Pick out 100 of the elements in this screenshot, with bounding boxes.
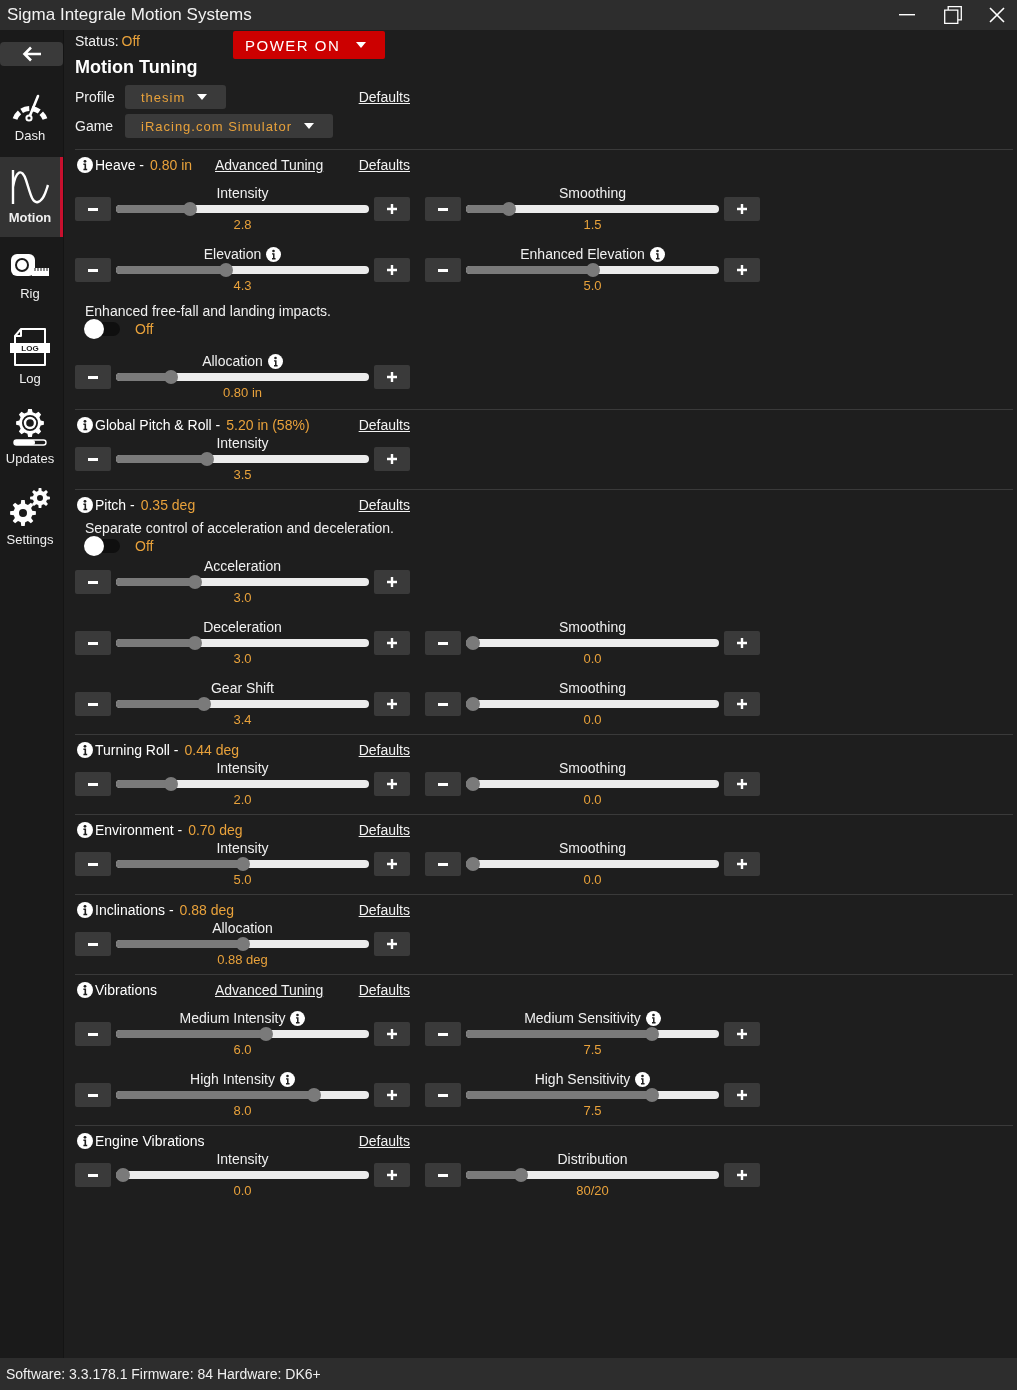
power-button[interactable]: POWER ON <box>233 31 385 59</box>
toggle-switch[interactable] <box>84 536 120 556</box>
increase-button[interactable] <box>724 852 760 876</box>
decrease-button[interactable] <box>75 631 111 655</box>
defaults-link[interactable]: Defaults <box>358 982 410 998</box>
dropdown[interactable]: iRacing.com Simulator <box>125 114 334 138</box>
defaults-link[interactable]: Defaults <box>358 742 410 758</box>
slider-track[interactable] <box>116 1088 369 1102</box>
increase-button[interactable] <box>374 692 410 716</box>
increase-button[interactable] <box>374 258 410 282</box>
decrease-button[interactable] <box>425 197 461 221</box>
decrease-button[interactable] <box>75 197 111 221</box>
slider-thumb[interactable] <box>235 857 250 871</box>
decrease-button[interactable] <box>75 1163 111 1187</box>
increase-button[interactable] <box>374 1022 410 1046</box>
slider-track[interactable] <box>466 202 719 216</box>
advanced-tuning-link[interactable]: Advanced Tuning <box>215 157 324 173</box>
nav-item[interactable]: Motion <box>0 157 63 237</box>
info-icon[interactable] <box>77 497 93 513</box>
slider-track[interactable] <box>466 777 719 791</box>
defaults-link[interactable]: Defaults <box>358 417 410 433</box>
back-button[interactable] <box>0 42 63 66</box>
decrease-button[interactable] <box>75 1083 111 1107</box>
slider-thumb[interactable] <box>585 263 600 277</box>
slider-track[interactable] <box>116 575 369 589</box>
slider-thumb[interactable] <box>218 263 233 277</box>
slider-track[interactable] <box>116 636 369 650</box>
nav-item[interactable]: Dash <box>0 77 63 157</box>
decrease-button[interactable] <box>75 932 111 956</box>
increase-button[interactable] <box>724 692 760 716</box>
slider-track[interactable] <box>116 697 369 711</box>
increase-button[interactable] <box>374 1083 410 1107</box>
slider-thumb[interactable] <box>197 697 212 711</box>
increase-button[interactable] <box>374 932 410 956</box>
info-icon[interactable] <box>77 982 93 998</box>
nav-item[interactable]: Updates <box>0 397 63 477</box>
increase-button[interactable] <box>374 447 410 471</box>
info-icon[interactable] <box>645 1010 661 1026</box>
advanced-tuning-link[interactable]: Advanced Tuning <box>215 982 324 998</box>
slider-thumb[interactable] <box>466 857 480 871</box>
increase-button[interactable] <box>374 631 410 655</box>
increase-button[interactable] <box>374 852 410 876</box>
info-icon[interactable] <box>77 742 93 758</box>
defaults-link[interactable]: Defaults <box>358 497 410 513</box>
slider-track[interactable] <box>466 1027 719 1041</box>
slider-track[interactable] <box>116 1168 369 1182</box>
increase-button[interactable] <box>724 258 760 282</box>
slider-thumb[interactable] <box>187 636 202 650</box>
increase-button[interactable] <box>724 631 760 655</box>
defaults-link[interactable]: Defaults <box>358 157 410 173</box>
decrease-button[interactable] <box>425 692 461 716</box>
info-icon[interactable] <box>279 1071 295 1087</box>
dropdown[interactable]: thesim <box>125 85 227 109</box>
slider-thumb[interactable] <box>466 636 480 650</box>
slider-thumb[interactable] <box>501 202 516 216</box>
slider-track[interactable] <box>116 263 369 277</box>
nav-item[interactable]: Rig <box>0 237 63 317</box>
increase-button[interactable] <box>374 197 410 221</box>
slider-track[interactable] <box>466 1168 719 1182</box>
slider-thumb[interactable] <box>163 777 178 791</box>
decrease-button[interactable] <box>75 570 111 594</box>
info-icon[interactable] <box>77 902 93 918</box>
decrease-button[interactable] <box>75 447 111 471</box>
increase-button[interactable] <box>724 1022 760 1046</box>
nav-item[interactable]: LOG Log <box>0 317 63 397</box>
slider-thumb[interactable] <box>466 777 480 791</box>
decrease-button[interactable] <box>425 631 461 655</box>
slider-thumb[interactable] <box>163 370 178 384</box>
slider-track[interactable] <box>116 202 369 216</box>
slider-track[interactable] <box>116 370 369 384</box>
decrease-button[interactable] <box>425 852 461 876</box>
decrease-button[interactable] <box>75 772 111 796</box>
slider-track[interactable] <box>116 937 369 951</box>
slider-thumb[interactable] <box>187 575 202 589</box>
defaults-link[interactable]: Defaults <box>358 822 410 838</box>
slider-track[interactable] <box>116 857 369 871</box>
slider-thumb[interactable] <box>182 202 197 216</box>
slider-thumb[interactable] <box>259 1027 274 1041</box>
info-icon[interactable] <box>267 353 283 369</box>
decrease-button[interactable] <box>425 1163 461 1187</box>
info-icon[interactable] <box>77 157 93 173</box>
nav-item[interactable]: Settings <box>0 477 63 557</box>
slider-thumb[interactable] <box>199 452 214 466</box>
slider-thumb[interactable] <box>235 937 250 951</box>
defaults-link[interactable]: Defaults <box>358 1133 410 1149</box>
slider-track[interactable] <box>116 452 369 466</box>
slider-track[interactable] <box>466 1088 719 1102</box>
slider-track[interactable] <box>466 697 719 711</box>
increase-button[interactable] <box>374 570 410 594</box>
toggle-switch[interactable] <box>84 319 120 339</box>
slider-track[interactable] <box>116 777 369 791</box>
decrease-button[interactable] <box>425 258 461 282</box>
increase-button[interactable] <box>724 1163 760 1187</box>
increase-button[interactable] <box>724 197 760 221</box>
decrease-button[interactable] <box>425 1083 461 1107</box>
info-icon[interactable] <box>649 246 665 262</box>
info-icon[interactable] <box>77 417 93 433</box>
decrease-button[interactable] <box>75 852 111 876</box>
decrease-button[interactable] <box>75 1022 111 1046</box>
increase-button[interactable] <box>724 1083 760 1107</box>
